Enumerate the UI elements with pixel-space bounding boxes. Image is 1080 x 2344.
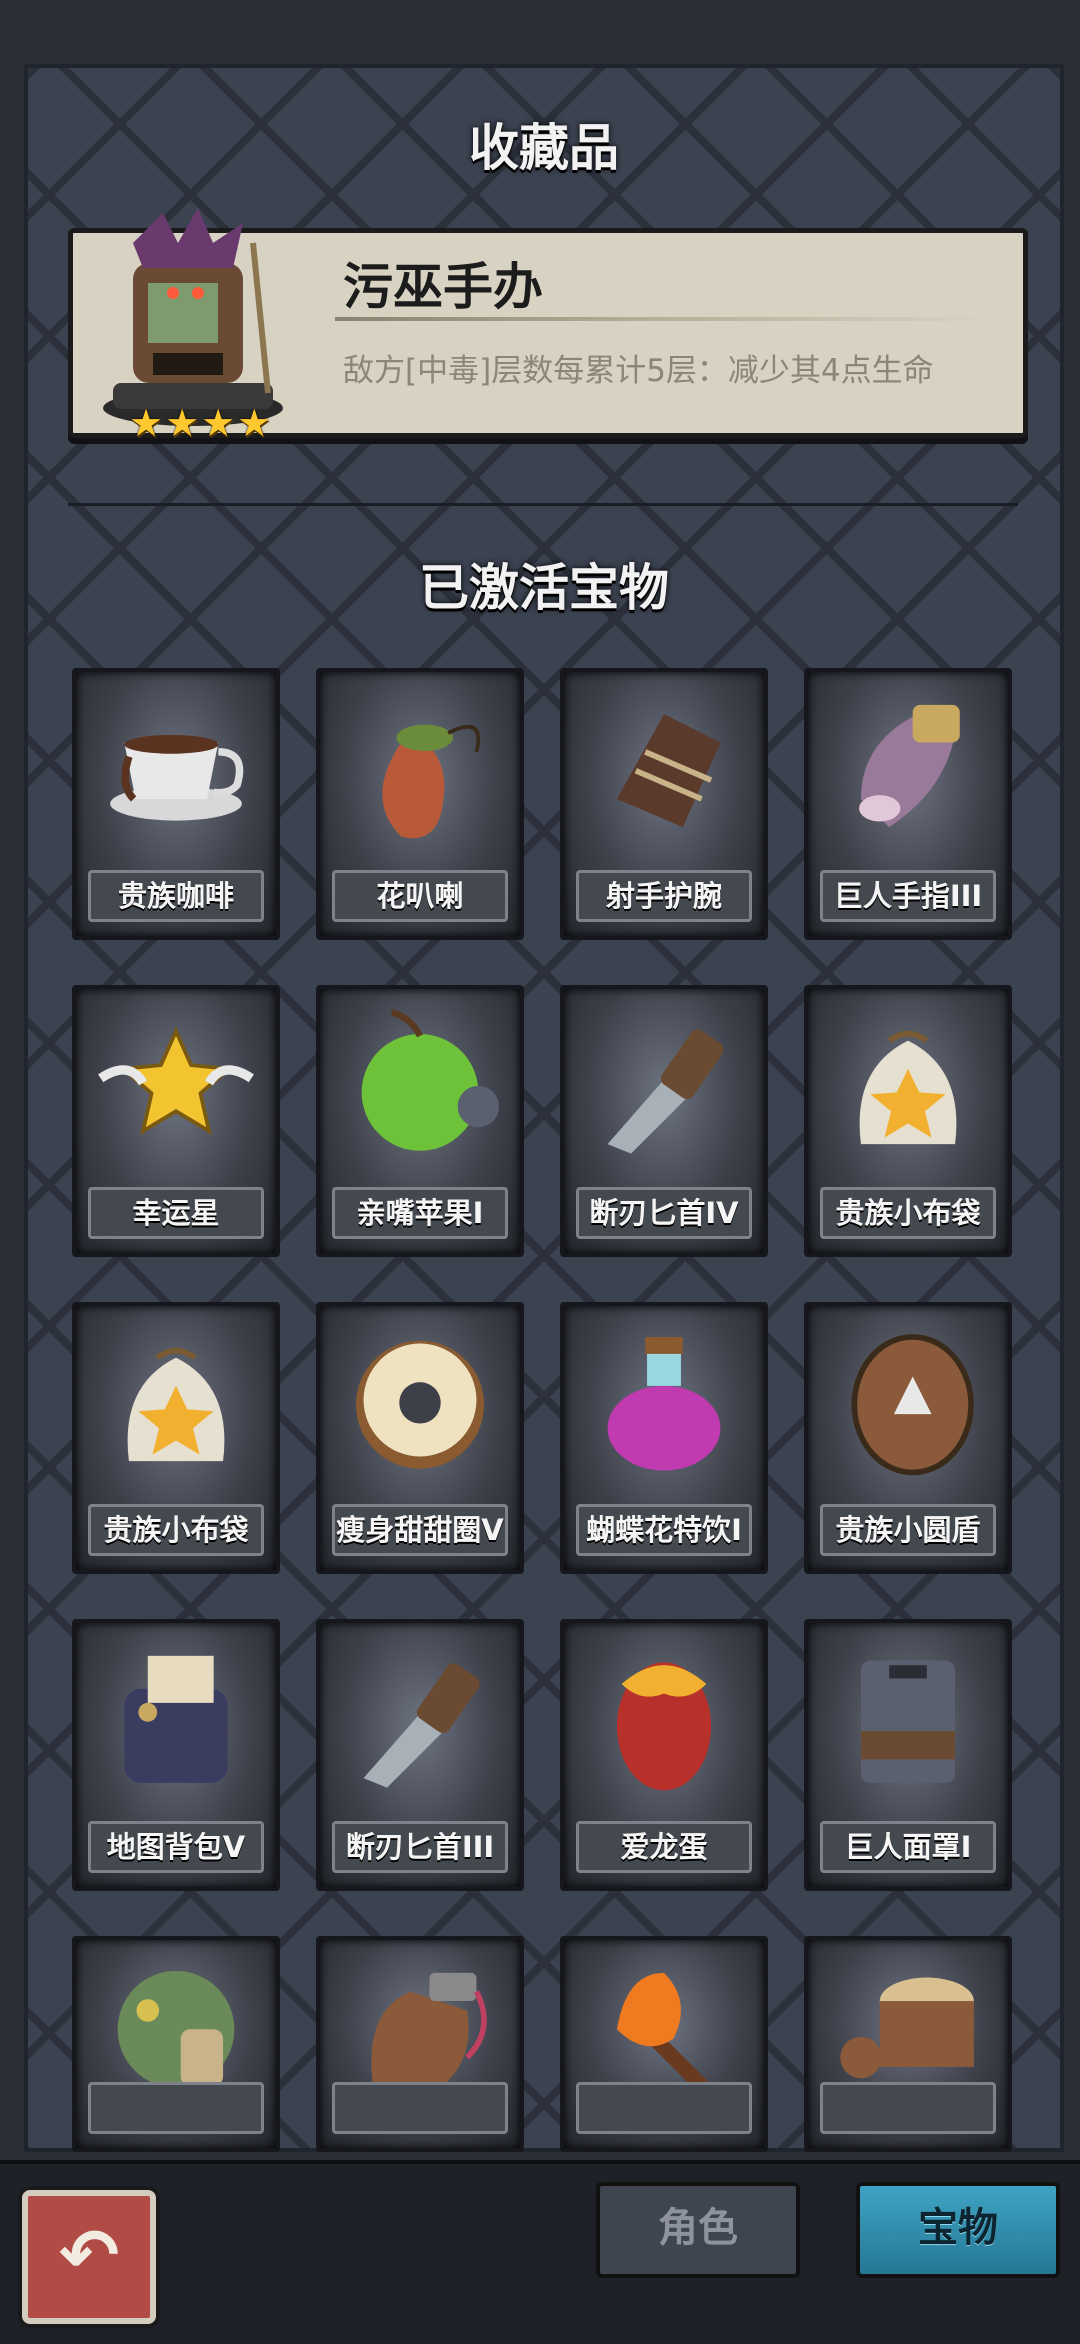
treasure-tile[interactable]: 瘦身甜甜圈V [316, 1302, 524, 1574]
rarity-stars: ★ ★ ★ ★ [129, 401, 271, 445]
treasure-tile[interactable]: 贵族小布袋 [804, 985, 1012, 1257]
back-arrow-icon: ↶ [58, 2213, 120, 2297]
treasure-label: 花叭喇 [332, 870, 508, 922]
broken-dagger-icon [363, 1663, 480, 1788]
round-shield-icon [851, 1334, 974, 1476]
treasure-tile[interactable]: 断刃匕首III [316, 1619, 524, 1891]
collectible-description: 敌方[中毒]层数每累计5层：减少其4点生命 [343, 353, 934, 389]
donut-icon [356, 1340, 484, 1469]
collectible-section-title: 收藏品 [469, 119, 619, 177]
treasure-label: 射手护腕 [576, 870, 752, 922]
treasure-tile[interactable]: 射手护腕 [560, 668, 768, 940]
treasure-tile[interactable]: 蝴蝶花特饮I [560, 1302, 768, 1574]
star-icon: ★ [129, 401, 164, 445]
tab-treasure[interactable]: 宝物 [856, 2182, 1060, 2278]
treasure-tile[interactable] [72, 1936, 280, 2152]
star-icon: ★ [237, 401, 272, 445]
treasure-tile[interactable]: 地图背包V [72, 1619, 280, 1891]
treasure-label: 巨人手指III [820, 870, 996, 922]
treasure-label [820, 2082, 996, 2134]
treasure-label: 贵族小圆盾 [820, 1504, 996, 1556]
treasure-label [88, 2082, 264, 2134]
archer-bracer-icon [616, 714, 721, 828]
treasure-label: 幸运星 [88, 1187, 264, 1239]
treasure-tile[interactable]: 贵族小布袋 [72, 1302, 280, 1574]
lucky-star-icon [98, 1026, 254, 1135]
treasure-tile[interactable] [804, 1936, 1012, 2152]
treasure-tile[interactable] [560, 1936, 768, 2152]
treasure-tile[interactable] [316, 1936, 524, 2152]
treasure-label [576, 2082, 752, 2134]
treasure-tile[interactable]: 幸运星 [72, 985, 280, 1257]
treasure-tile[interactable]: 花叭喇 [316, 668, 524, 940]
pitcher-plant-icon [382, 724, 481, 839]
coffee-cup-icon [110, 734, 244, 821]
treasure-label: 断刃匕首III [332, 1821, 508, 1873]
treasure-tile[interactable]: 爱龙蛋 [560, 1619, 768, 1891]
potion-icon [607, 1336, 721, 1471]
map-backpack-icon [124, 1655, 228, 1783]
treasure-label: 断刃匕首IV [576, 1187, 752, 1239]
tab-role[interactable]: 角色 [596, 2182, 800, 2278]
section-divider [68, 503, 1018, 506]
treasure-tile[interactable]: 巨人面罩I [804, 1619, 1012, 1891]
dragon-egg-icon [616, 1662, 712, 1791]
treasure-label: 贵族小布袋 [820, 1187, 996, 1239]
giant-finger-icon [859, 704, 960, 828]
collectible-divider [335, 317, 993, 321]
broken-dagger-icon [607, 1029, 724, 1154]
bitten-apple-icon [361, 1009, 500, 1151]
treasure-tile[interactable]: 贵族小圆盾 [804, 1302, 1012, 1574]
treasure-tile[interactable]: 亲嘴苹果I [316, 985, 524, 1257]
cloth-pouch-icon [859, 1030, 957, 1145]
star-icon: ★ [165, 401, 200, 445]
collectible-name: 污巫手办 [343, 258, 543, 316]
bottom-bar: ↶ 角色 宝物 [0, 2160, 1080, 2344]
treasures-section-title: 已激活宝物 [419, 559, 669, 617]
treasure-tile[interactable]: 断刃匕首IV [560, 985, 768, 1257]
treasure-label: 地图背包V [88, 1821, 264, 1873]
treasure-label: 巨人面罩I [820, 1821, 996, 1873]
treasure-label: 亲嘴苹果I [332, 1187, 508, 1239]
treasure-label: 瘦身甜甜圈V [332, 1504, 508, 1556]
treasure-label [332, 2082, 508, 2134]
treasure-label: 贵族咖啡 [88, 870, 264, 922]
treasure-tile[interactable]: 巨人手指III [804, 668, 1012, 940]
treasure-tile[interactable]: 贵族咖啡 [72, 668, 280, 940]
star-icon: ★ [201, 401, 236, 445]
treasure-label: 蝴蝶花特饮I [576, 1504, 752, 1556]
treasure-label: 爱龙蛋 [576, 1821, 752, 1873]
treasure-label: 贵族小布袋 [88, 1504, 264, 1556]
cloth-pouch-icon [127, 1347, 225, 1462]
giant-mask-icon [860, 1660, 956, 1783]
back-button[interactable]: ↶ [22, 2190, 156, 2324]
collectible-card[interactable]: ★ ★ ★ ★ 污巫手办 敌方[中毒]层数每累计5层：减少其4点生命 [68, 208, 1028, 445]
